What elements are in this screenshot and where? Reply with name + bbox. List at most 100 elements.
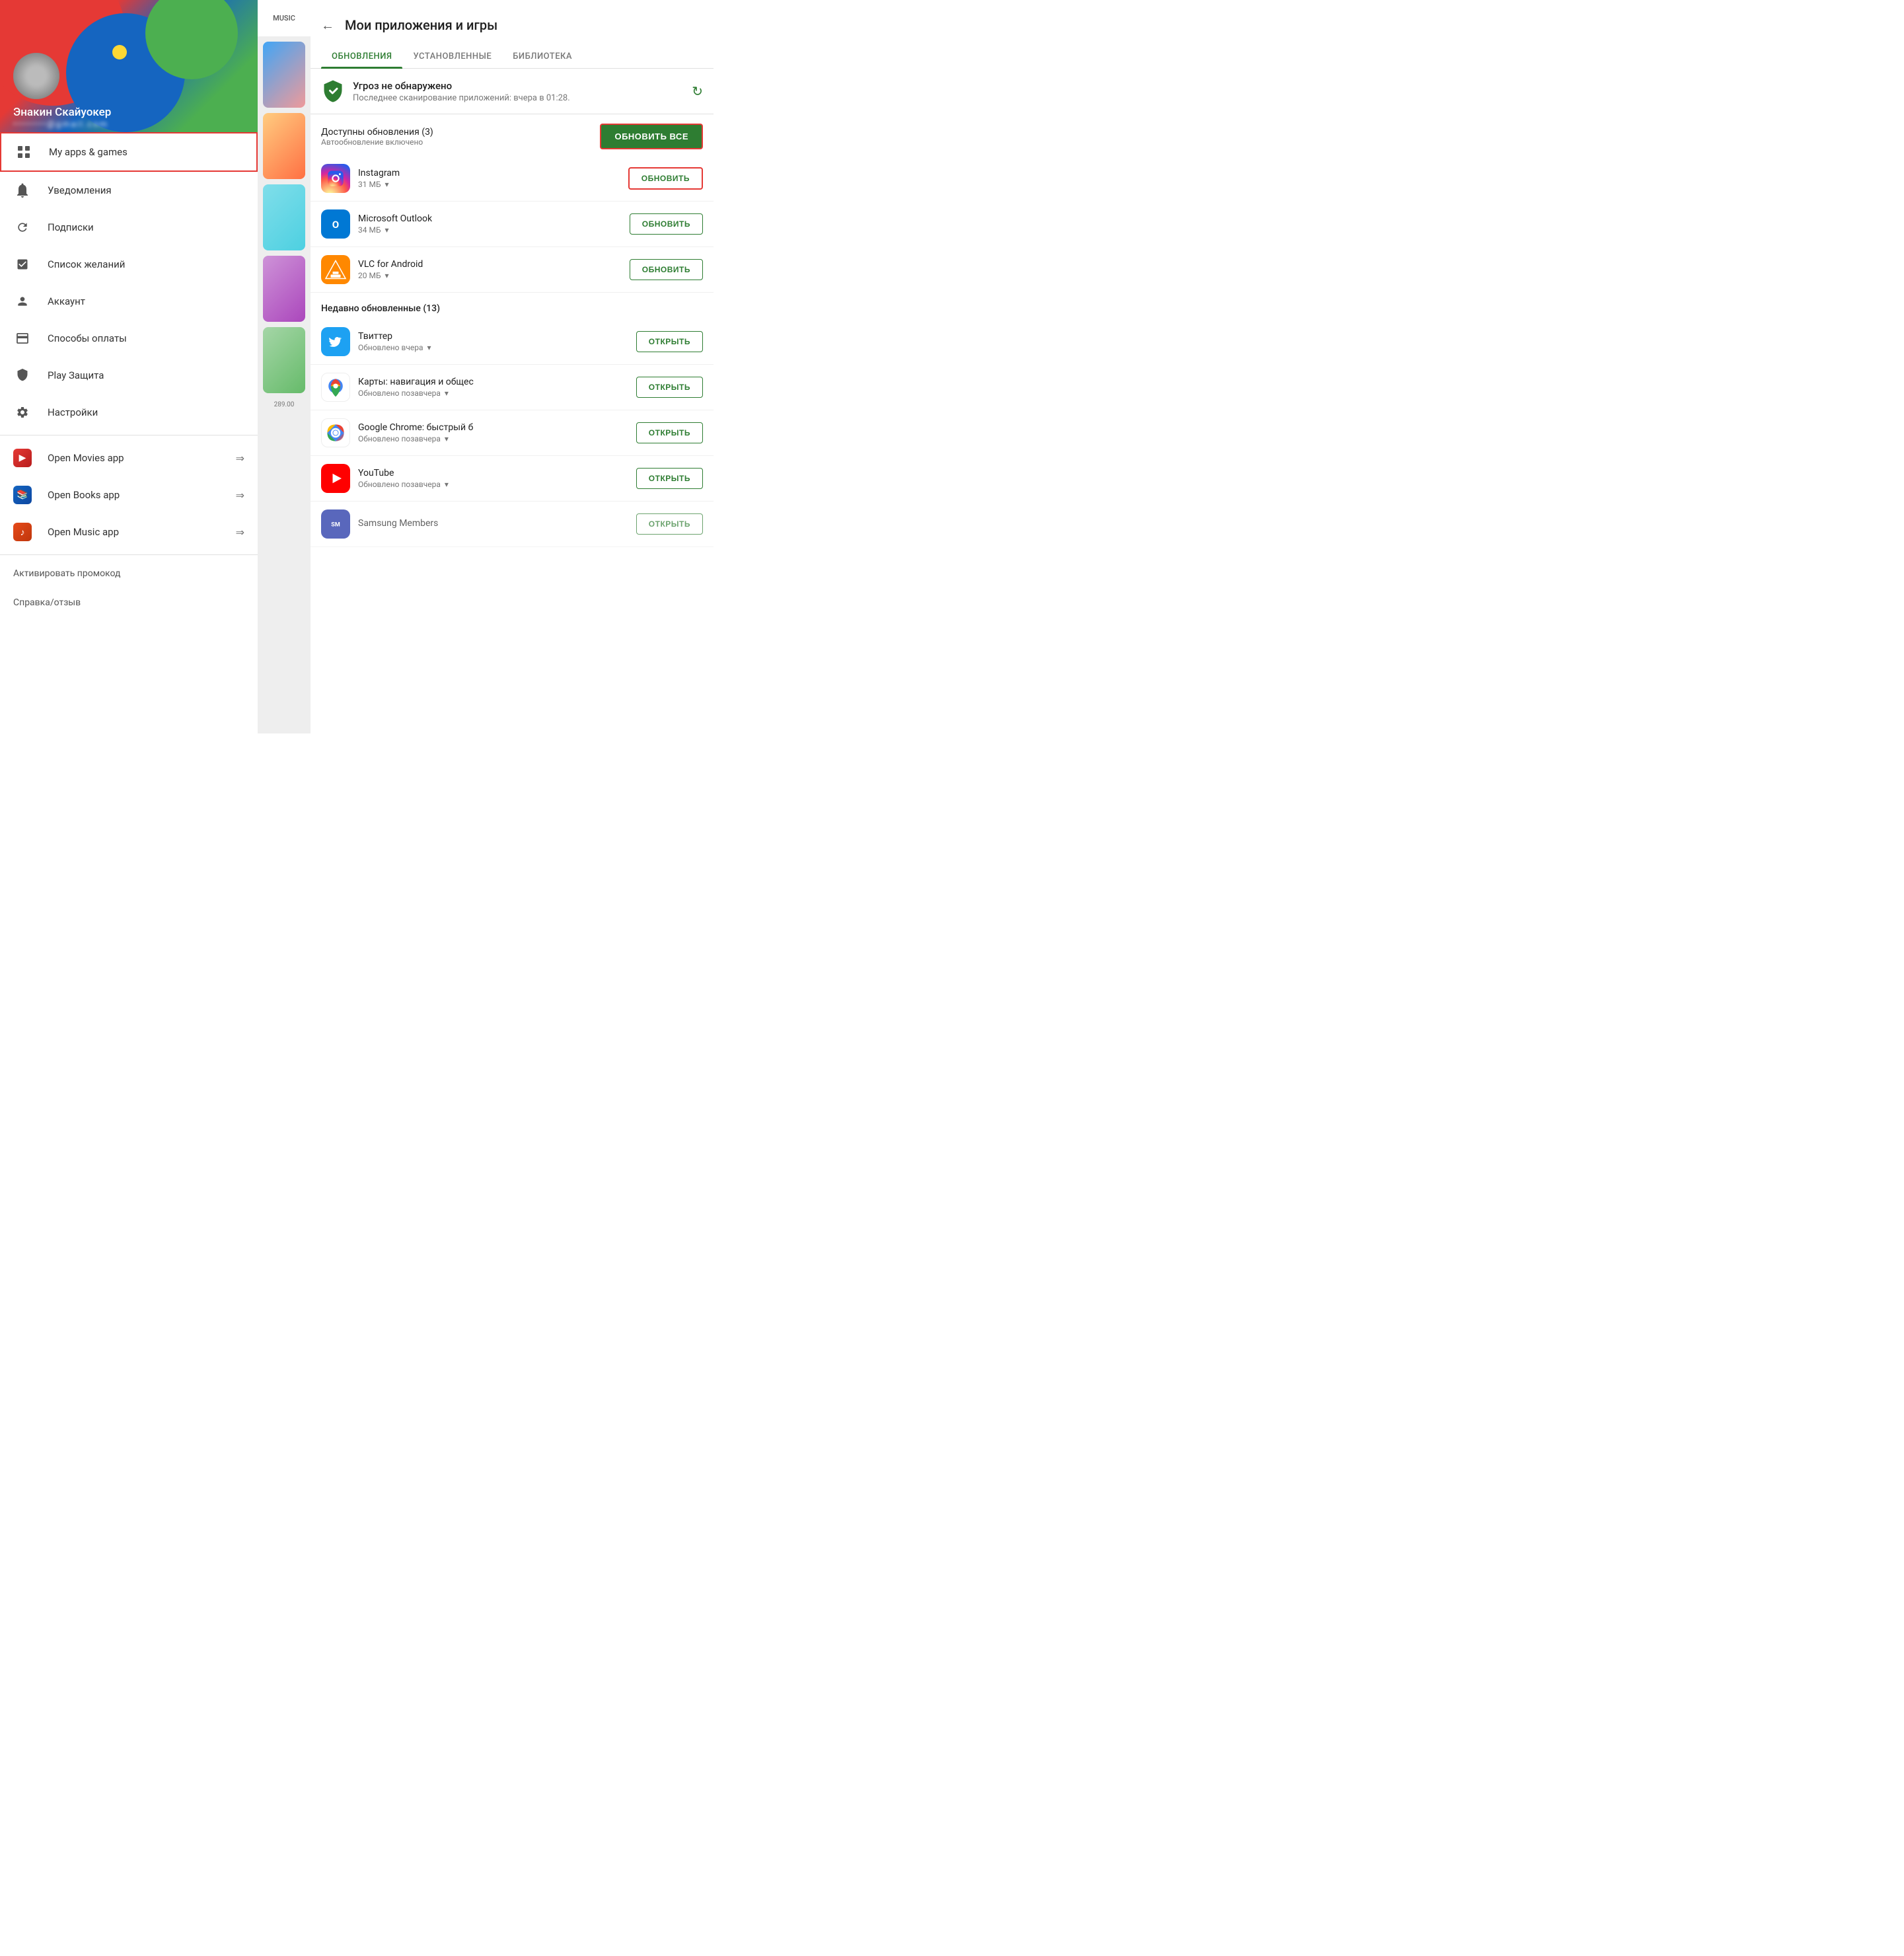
- sidebar-item-label: Open Music app: [48, 526, 236, 538]
- chevron-down-icon: ▾: [427, 343, 431, 352]
- person-icon: [13, 292, 32, 311]
- update-instagram-button[interactable]: ОБНОВИТЬ: [628, 167, 703, 190]
- open-samsung-button[interactable]: ОТКРЫТЬ: [636, 513, 703, 535]
- app-size: 20 МБ: [358, 271, 381, 280]
- chevron-down-icon: ▾: [385, 271, 389, 280]
- sidebar-item-payment[interactable]: Способы оплаты: [0, 320, 258, 357]
- maps-icon: [321, 373, 350, 402]
- sidebar-item-account[interactable]: Аккаунт: [0, 283, 258, 320]
- app-meta: Обновлено позавчера ▾: [358, 434, 636, 443]
- app-meta: 34 МБ ▾: [358, 225, 630, 235]
- chevron-down-icon: ▾: [385, 180, 389, 189]
- update-vlc-button[interactable]: ОБНОВИТЬ: [630, 259, 703, 280]
- updates-subtitle: Автообновление включено: [321, 137, 433, 147]
- middle-card-3: [263, 184, 305, 250]
- back-button[interactable]: ←: [321, 17, 334, 34]
- app-name: Instagram: [358, 168, 628, 178]
- update-outlook-button[interactable]: ОБНОВИТЬ: [630, 213, 703, 235]
- app-size: 34 МБ: [358, 225, 381, 235]
- middle-card-2: [263, 113, 305, 179]
- open-twitter-button[interactable]: ОТКРЫТЬ: [636, 331, 703, 352]
- sidebar-item-books[interactable]: 📚 Open Books app ⇒: [0, 476, 258, 513]
- samsung-icon: SM: [321, 509, 350, 539]
- username-label: Энакин Скайуокер: [13, 106, 111, 119]
- movies-icon: ▶: [13, 449, 32, 467]
- updates-content: Угроз не обнаружено Последнее сканирован…: [311, 69, 714, 734]
- updates-header: Доступны обновления (3) Автообновление в…: [311, 114, 714, 156]
- arrow-icon: ⇒: [236, 526, 244, 539]
- open-youtube-button[interactable]: ОТКРЫТЬ: [636, 468, 703, 489]
- app-info-vlc: VLC for Android 20 МБ ▾: [358, 259, 630, 280]
- tab-library[interactable]: БИБЛИОТЕКА: [502, 45, 583, 68]
- app-info-maps: Карты: навигация и общес Обновлено позав…: [358, 377, 636, 398]
- my-apps-panel: ← Мои приложения и игры ОБНОВЛЕНИЯ УСТАН…: [311, 0, 714, 734]
- arrow-icon: ⇒: [236, 452, 244, 465]
- tab-installed[interactable]: УСТАНОВЛЕННЫЕ: [402, 45, 502, 68]
- sidebar-item-label: Open Movies app: [48, 452, 236, 464]
- middle-card-4: [263, 256, 305, 322]
- app-name: Твиттер: [358, 331, 636, 342]
- app-item-twitter: Твиттер Обновлено вчера ▾ ОТКРЫТЬ: [311, 319, 714, 365]
- app-name: Microsoft Outlook: [358, 213, 630, 224]
- email-label: ••••••••@gmail.com: [13, 120, 108, 130]
- card-image: [263, 42, 305, 108]
- card-icon: [13, 329, 32, 348]
- recent-section-header: Недавно обновленные (13): [311, 293, 714, 319]
- app-name: VLC for Android: [358, 259, 630, 270]
- sidebar-item-notifications[interactable]: Уведомления: [0, 172, 258, 209]
- check-icon: [13, 255, 32, 274]
- app-item-chrome: Google Chrome: быстрый б Обновлено позав…: [311, 410, 714, 456]
- app-item-instagram: Instagram 31 МБ ▾ ОБНОВИТЬ: [311, 156, 714, 202]
- app-info-outlook: Microsoft Outlook 34 МБ ▾: [358, 213, 630, 235]
- drawer-menu: My apps & games Уведомления Подписки: [0, 132, 258, 734]
- app-info-instagram: Instagram 31 МБ ▾: [358, 168, 628, 189]
- card-image: [263, 113, 305, 179]
- chevron-down-icon: ▾: [445, 480, 449, 489]
- security-refresh-button[interactable]: ↻: [692, 83, 703, 99]
- promo-code-item[interactable]: Активировать промокод: [0, 559, 258, 588]
- sidebar-item-settings[interactable]: Настройки: [0, 394, 258, 431]
- sidebar-item-subscriptions[interactable]: Подписки: [0, 209, 258, 246]
- help-feedback-item[interactable]: Справка/отзыв: [0, 588, 258, 617]
- app-meta-text: Обновлено позавчера: [358, 389, 441, 398]
- update-all-button[interactable]: ОБНОВИТЬ ВСЕ: [600, 124, 703, 149]
- grid-icon: [15, 143, 33, 161]
- app-info-twitter: Твиттер Обновлено вчера ▾: [358, 331, 636, 352]
- chevron-down-icon: ▾: [445, 434, 449, 443]
- sidebar-item-music[interactable]: ♪ Open Music app ⇒: [0, 513, 258, 550]
- middle-header: MUSIC: [258, 0, 311, 36]
- sidebar-item-label: Способы оплаты: [48, 332, 244, 344]
- app-info-chrome: Google Chrome: быстрый б Обновлено позав…: [358, 422, 636, 443]
- sidebar-item-movies[interactable]: ▶ Open Movies app ⇒: [0, 439, 258, 476]
- app-meta-text: Обновлено позавчера: [358, 434, 441, 443]
- bg-yellow-dot: [112, 45, 127, 59]
- sidebar-item-label: Подписки: [48, 221, 244, 233]
- app-name: YouTube: [358, 468, 636, 478]
- app-meta: Обновлено позавчера ▾: [358, 389, 636, 398]
- divider: [0, 554, 258, 555]
- vlc-icon: [321, 255, 350, 284]
- svg-text:O: O: [332, 219, 339, 231]
- sidebar-item-label: Уведомления: [48, 184, 244, 196]
- sidebar-item-label: Настройки: [48, 406, 244, 418]
- app-meta-text: Обновлено позавчера: [358, 480, 441, 489]
- sidebar-item-play-protect[interactable]: Play Защита: [0, 357, 258, 394]
- tab-bar: ОБНОВЛЕНИЯ УСТАНОВЛЕННЫЕ БИБЛИОТЕКА: [311, 45, 714, 69]
- chrome-icon: [321, 418, 350, 447]
- middle-card-1: [263, 42, 305, 108]
- sidebar-item-label: Аккаунт: [48, 295, 244, 307]
- middle-tab-label: MUSIC: [273, 14, 295, 22]
- card-image: [263, 184, 305, 250]
- tab-updates[interactable]: ОБНОВЛЕНИЯ: [321, 45, 402, 68]
- sidebar-item-my-apps[interactable]: My apps & games: [0, 132, 258, 172]
- app-item-samsung: SM Samsung Members ОТКРЫТЬ: [311, 502, 714, 547]
- open-maps-button[interactable]: ОТКРЫТЬ: [636, 377, 703, 398]
- bell-icon: [13, 181, 32, 200]
- security-banner: Угроз не обнаружено Последнее сканирован…: [311, 69, 714, 114]
- app-meta: Обновлено вчера ▾: [358, 343, 636, 352]
- open-chrome-button[interactable]: ОТКРЫТЬ: [636, 422, 703, 443]
- app-item-outlook: O Microsoft Outlook 34 МБ ▾ ОБНОВИТЬ: [311, 202, 714, 247]
- twitter-icon: [321, 327, 350, 356]
- sidebar-item-label: Play Защита: [48, 369, 244, 381]
- sidebar-item-wishlist[interactable]: Список желаний: [0, 246, 258, 283]
